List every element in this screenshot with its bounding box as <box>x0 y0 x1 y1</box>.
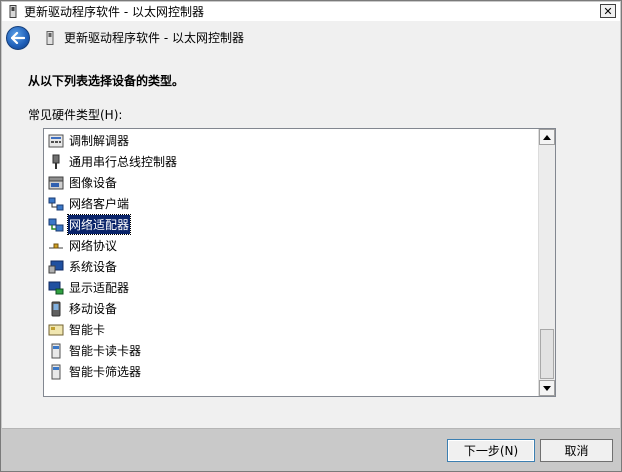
scroll-thumb[interactable] <box>540 329 554 379</box>
list-item[interactable]: 通用串行总线控制器 <box>48 152 178 171</box>
list-item[interactable]: 智能卡筛选器 <box>48 362 142 381</box>
list-item[interactable]: 系统设备 <box>48 257 118 276</box>
close-icon: ✕ <box>603 4 613 18</box>
list-item-label: 系统设备 <box>69 260 118 274</box>
list-item-label: 网络客户端 <box>69 197 130 211</box>
list-item[interactable]: 图像设备 <box>48 173 118 192</box>
list-item[interactable]: 网络适配器 <box>48 214 132 235</box>
system-device-icon <box>48 259 64 275</box>
usb-icon <box>48 154 64 170</box>
list-item-label: 网络协议 <box>69 239 118 253</box>
network-protocol-icon <box>48 238 64 254</box>
list-item[interactable]: 网络客户端 <box>48 194 130 213</box>
arrow-down-icon <box>543 385 551 391</box>
list-item-label: 调制解调器 <box>69 134 130 148</box>
scanner-icon <box>48 175 64 191</box>
device-icon <box>6 5 20 19</box>
list-items: 调制解调器 通用串行总线控制器 图像设备 网络客户端 网络适配器 网络协议 系统… <box>44 129 539 396</box>
list-item-label: 通用串行总线控制器 <box>69 155 178 169</box>
arrow-up-icon <box>543 134 551 140</box>
smart-card-filter-icon <box>48 364 64 380</box>
list-item-label: 智能卡读卡器 <box>69 344 142 358</box>
list-item[interactable]: 网络协议 <box>48 236 118 255</box>
mobile-device-icon <box>48 301 64 317</box>
smart-card-icon <box>48 322 64 338</box>
nav-title: 更新驱动程序软件 - 以太网控制器 <box>64 31 244 45</box>
list-item-label: 智能卡 <box>69 323 106 337</box>
scroll-down-button[interactable] <box>539 380 555 396</box>
close-button[interactable]: ✕ <box>600 4 616 18</box>
list-item[interactable]: 移动设备 <box>48 299 118 318</box>
list-item[interactable]: 调制解调器 <box>48 131 130 150</box>
hardware-type-list[interactable]: 调制解调器 通用串行总线控制器 图像设备 网络客户端 网络适配器 网络协议 系统… <box>43 128 556 397</box>
cancel-button[interactable]: 取消 <box>540 439 613 462</box>
list-item-label: 智能卡筛选器 <box>69 365 142 379</box>
device-icon <box>44 30 56 46</box>
network-client-icon <box>48 196 64 212</box>
list-item[interactable]: 显示适配器 <box>48 278 130 297</box>
list-item-label: 网络适配器 <box>66 214 132 235</box>
navigation-bar: 更新驱动程序软件 - 以太网控制器 <box>2 21 620 54</box>
list-item-label: 移动设备 <box>69 302 118 316</box>
modem-icon <box>48 133 64 149</box>
next-button[interactable]: 下一步(N) <box>447 439 535 462</box>
back-arrow-icon <box>11 31 25 44</box>
title-bar: 更新驱动程序软件 - 以太网控制器 ✕ <box>2 2 620 21</box>
smart-card-reader-icon <box>48 343 64 359</box>
button-bar: 下一步(N) 取消 <box>2 428 620 470</box>
update-driver-window: 更新驱动程序软件 - 以太网控制器 ✕ 更新驱动程序软件 - 以太网控制器 从以… <box>0 0 622 472</box>
hardware-type-label: 常见硬件类型(H): <box>28 108 123 122</box>
main-content: 从以下列表选择设备的类型。 常见硬件类型(H): 调制解调器 通用串行总线控制器… <box>2 54 620 428</box>
display-adapter-icon <box>48 280 64 296</box>
list-item-label: 图像设备 <box>69 176 118 190</box>
window-title: 更新驱动程序软件 - 以太网控制器 <box>24 5 204 19</box>
list-item[interactable]: 智能卡 <box>48 320 106 339</box>
page-heading: 从以下列表选择设备的类型。 <box>28 74 185 88</box>
back-button[interactable] <box>6 25 30 50</box>
list-item[interactable]: 智能卡读卡器 <box>48 341 142 360</box>
list-item-label: 显示适配器 <box>69 281 130 295</box>
list-scrollbar[interactable] <box>538 129 555 396</box>
scroll-up-button[interactable] <box>539 129 555 145</box>
network-adapter-icon <box>48 217 64 233</box>
